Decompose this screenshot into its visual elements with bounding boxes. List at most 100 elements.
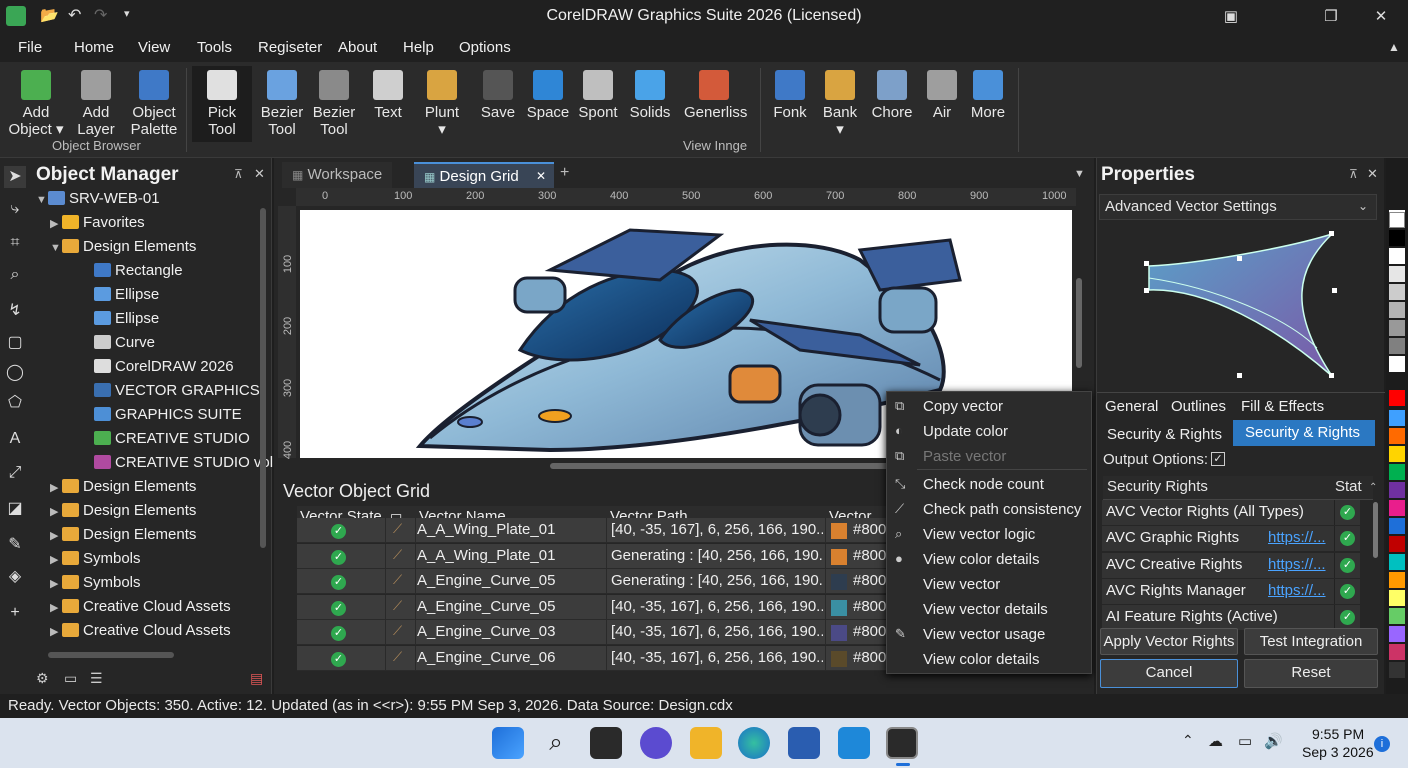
palette-swatch[interactable] [1389, 284, 1405, 300]
menu-help[interactable]: Help [403, 39, 434, 56]
table-row[interactable]: ✓ ⟋ A_Engine_Curve_05 [40, -35, 167], 6, 25… [297, 594, 887, 620]
tree-item[interactable]: ▶ Design Elements [50, 478, 196, 495]
tree-item[interactable]: ▶ Symbols [50, 574, 141, 591]
expand-icon[interactable]: ▶ [50, 481, 62, 494]
context-menu-item[interactable]: View vector details [887, 597, 1093, 622]
context-menu-item[interactable]: ⟋ Check path consistency [887, 497, 1093, 522]
tree-item[interactable]: ▶ Design Elements [50, 502, 196, 519]
clock-date[interactable]: Sep 3 2026 [1302, 744, 1374, 760]
palette-swatch[interactable] [1389, 266, 1405, 282]
ribbon-button-6[interactable]: Text [358, 66, 418, 142]
tab-close-icon[interactable]: ✕ [536, 169, 546, 183]
delete-icon[interactable]: ▤ [250, 670, 263, 687]
search-icon[interactable]: ⌕ [540, 727, 572, 759]
chat-icon[interactable] [640, 727, 672, 759]
output-options-checkbox[interactable]: ✓ [1211, 452, 1225, 466]
ribbon-button-0[interactable]: Add Object ▾ [6, 66, 66, 142]
cancel-button[interactable]: Cancel [1100, 659, 1238, 688]
tree-item[interactable]: ▶ Symbols [50, 550, 141, 567]
clock-time[interactable]: 9:55 PM [1312, 726, 1364, 742]
canvas-hscroll[interactable] [550, 463, 890, 469]
context-menu-item[interactable]: ● View color details [887, 547, 1093, 572]
tab-design-grid[interactable]: ▦ Design Grid ✕ [414, 162, 554, 188]
tree-hscrollbar[interactable] [48, 652, 174, 658]
freehand-tool-icon[interactable]: ↯ [4, 300, 26, 322]
ribbon-button-2[interactable]: Object Palette [124, 66, 184, 142]
cloud-icon[interactable]: ☁ [1208, 732, 1223, 750]
palette-swatch[interactable] [1389, 518, 1405, 534]
tab-security-rights-active[interactable]: Security & Rights [1233, 420, 1375, 446]
text-tool-icon[interactable]: A [4, 428, 26, 450]
palette-swatch[interactable] [1389, 662, 1405, 678]
tree-item[interactable]: CorelDRAW 2026 [82, 358, 234, 375]
ribbon-button-5[interactable]: Bezier Tool [304, 66, 364, 142]
sort-icon[interactable]: ⌃ [1369, 482, 1377, 493]
ribbon-button-10[interactable]: Spont [568, 66, 628, 142]
context-menu-item[interactable]: ◐ Update color [887, 419, 1093, 444]
tree-item[interactable]: GRAPHICS SUITE [82, 406, 242, 423]
ribbon-button-7[interactable]: Plunt ▾ [412, 66, 472, 142]
task-view-icon[interactable] [590, 727, 622, 759]
rectangle-tool-icon[interactable]: ▢ [4, 332, 26, 354]
palette-swatch[interactable] [1389, 608, 1405, 624]
test-integration-button[interactable]: Test Integration [1244, 628, 1378, 655]
polygon-tool-icon[interactable]: ⬠ [4, 392, 26, 414]
context-menu-item[interactable]: ⧉ Copy vector [887, 394, 1093, 419]
ribbon-button-4[interactable]: Bezier Tool [252, 66, 312, 142]
panel-close-icon[interactable]: ✕ [1367, 166, 1378, 182]
new-layer-icon[interactable]: ▭ [64, 670, 77, 687]
file-explorer-icon[interactable] [690, 727, 722, 759]
restore-icon[interactable]: ▣ [1208, 4, 1254, 30]
tree-item[interactable]: Rectangle [82, 262, 183, 279]
palette-swatch[interactable] [1389, 248, 1405, 264]
ribbon-button-1[interactable]: Add Layer [66, 66, 126, 142]
expand-icon[interactable]: ▼ [50, 242, 62, 254]
close-icon[interactable]: ✕ [1358, 4, 1404, 30]
tray-chevron-icon[interactable]: ⌃ [1182, 732, 1194, 749]
palette-swatch[interactable] [1389, 428, 1405, 444]
tree-item[interactable]: VECTOR GRAPHICS [82, 382, 260, 399]
pin-icon[interactable]: ⊼ [1349, 167, 1358, 181]
tab-fill-effects[interactable]: Fill & Effects [1235, 394, 1330, 420]
palette-swatch[interactable] [1389, 390, 1405, 406]
add-tool-icon[interactable]: + [4, 602, 26, 624]
settings-dropdown[interactable]: Advanced Vector Settings ⌄ [1099, 194, 1377, 220]
rights-link[interactable]: https://... [1268, 529, 1326, 547]
tree-item[interactable]: ▶ Creative Cloud Assets [50, 598, 231, 615]
palette-swatch[interactable] [1389, 338, 1405, 354]
maximize-icon[interactable]: ❐ [1308, 4, 1354, 30]
ribbon-button-11[interactable]: Solids [620, 66, 680, 142]
ribbon-button-12[interactable]: Generliss [684, 66, 747, 142]
canvas-vscroll[interactable] [1076, 278, 1082, 368]
palette-swatch[interactable] [1389, 572, 1405, 588]
context-menu-item[interactable]: ✎ View vector usage [887, 622, 1093, 647]
pick-tool-icon[interactable]: ➤ [4, 166, 26, 188]
menu-home[interactable]: Home [74, 39, 114, 56]
connector-tool-icon[interactable]: ⤢ [4, 462, 26, 484]
expand-icon[interactable]: ▶ [50, 505, 62, 518]
palette-swatch[interactable] [1389, 356, 1405, 372]
fill-tool-icon[interactable]: ◈ [4, 566, 26, 588]
rights-row[interactable]: AVC Graphic Rights https://... ✓ [1102, 526, 1360, 552]
palette-swatch[interactable] [1389, 644, 1405, 660]
store-icon[interactable] [788, 727, 820, 759]
tree-scrollbar[interactable] [260, 208, 266, 548]
tree-item[interactable]: Curve [82, 334, 155, 351]
ribbon-button-3[interactable]: Pick Tool [192, 66, 252, 142]
layers-icon[interactable]: ☰ [90, 670, 103, 687]
ribbon-button-17[interactable]: More [958, 66, 1018, 142]
rights-link[interactable]: https://... [1268, 581, 1326, 599]
palette-swatch[interactable] [1389, 500, 1405, 516]
palette-swatch[interactable] [1389, 554, 1405, 570]
display-icon[interactable]: ▭ [1238, 732, 1252, 750]
ribbon-button-14[interactable]: Bank ▾ [810, 66, 870, 142]
palette-swatch[interactable] [1389, 464, 1405, 480]
pin-icon[interactable]: ⊼ [234, 167, 243, 181]
palette-swatch[interactable] [1389, 536, 1405, 552]
shape-tool-icon[interactable]: ⤷ [4, 198, 26, 220]
palette-swatch[interactable] [1389, 302, 1405, 318]
tab-security-rights[interactable]: Security & Rights [1101, 422, 1228, 448]
rights-scrollbar[interactable] [1373, 502, 1378, 558]
no-color-icon[interactable] [1389, 212, 1405, 228]
new-object-icon[interactable]: ⚙ [36, 670, 49, 687]
